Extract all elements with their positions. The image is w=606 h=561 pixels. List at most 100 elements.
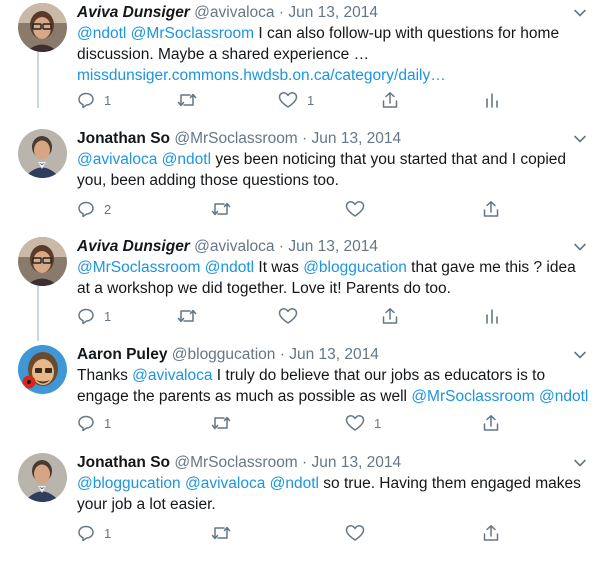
chevron-down-icon[interactable]	[572, 455, 588, 471]
reply-count: 1	[104, 415, 112, 431]
reply-button[interactable]: 1	[77, 412, 111, 434]
chevron-down-icon[interactable]	[572, 131, 588, 147]
avatar[interactable]	[18, 3, 67, 52]
mention-link[interactable]: @ndotl	[270, 475, 319, 492]
reply-icon	[77, 524, 95, 542]
retweet-button[interactable]	[211, 522, 231, 544]
chevron-down-icon[interactable]	[572, 347, 588, 363]
share-icon	[482, 200, 500, 218]
tweet-date[interactable]: Jun 13, 2014	[288, 238, 378, 255]
url-link[interactable]: missdunsiger.commons.hwdsb.on.ca/categor…	[77, 67, 446, 84]
mention-link[interactable]: @MrSoclassroom	[131, 25, 254, 42]
tweet-header: Aaron Puley @bloggucation · Jun 13, 2014	[77, 345, 379, 365]
author-handle[interactable]: @MrSoclassroom	[174, 454, 297, 471]
avatar[interactable]	[18, 345, 67, 394]
mention-link[interactable]: @MrSoclassroom	[77, 259, 200, 276]
mention-link[interactable]: @ndotl	[77, 25, 126, 42]
author-name[interactable]: Aaron Puley	[77, 346, 167, 363]
reply-button[interactable]: 1	[77, 89, 111, 111]
like-button[interactable]	[278, 305, 298, 327]
chevron-down-icon[interactable]	[572, 5, 588, 21]
share-icon	[381, 91, 399, 109]
mention-link[interactable]: @MrSoclassroom	[411, 388, 534, 405]
like-button[interactable]	[345, 522, 365, 544]
tweet-header: Aviva Dunsiger @avivaloca · Jun 13, 2014	[77, 3, 378, 23]
mention-link[interactable]: @bloggucation	[77, 475, 181, 492]
author-name[interactable]: Jonathan So	[77, 130, 170, 147]
tweet-actions: 1	[77, 305, 597, 327]
mention-link[interactable]: @ndotl	[205, 259, 254, 276]
mention-link[interactable]: @bloggucation	[303, 259, 407, 276]
analytics-icon	[483, 91, 501, 109]
mention-link[interactable]: @avivaloca	[132, 367, 212, 384]
separator: ·	[278, 238, 285, 255]
mention-link[interactable]: @avivaloca	[185, 475, 265, 492]
like-icon	[345, 524, 365, 542]
separator: ·	[302, 130, 308, 147]
tweet-actions: 1 1	[77, 89, 597, 111]
tweet-date[interactable]: Jun 13, 2014	[312, 130, 402, 147]
text-segment: Thanks	[77, 367, 133, 384]
reply-count: 1	[104, 92, 112, 108]
share-button[interactable]	[482, 198, 500, 220]
like-button[interactable]	[345, 198, 365, 220]
like-button[interactable]: 1	[278, 89, 314, 111]
author-name[interactable]: Aviva Dunsiger	[77, 238, 190, 255]
author-name[interactable]: Aviva Dunsiger	[77, 4, 190, 21]
like-icon	[345, 200, 365, 218]
tweet-text: @bloggucation @avivaloca @ndotl so true.…	[77, 473, 589, 515]
reply-icon	[77, 414, 95, 432]
tweet[interactable]: Aviva Dunsiger @avivaloca · Jun 13, 2014…	[0, 237, 606, 337]
avatar[interactable]	[18, 453, 67, 502]
tweet-date[interactable]: Jun 13, 2014	[312, 454, 402, 471]
separator: ·	[302, 454, 308, 471]
tweet[interactable]: Jonathan So @MrSoclassroom · Jun 13, 201…	[0, 129, 606, 229]
share-button[interactable]	[381, 89, 399, 111]
text-segment: It was	[254, 259, 304, 276]
tweet-text: @ndotl @MrSoclassroom I can also follow-…	[77, 23, 589, 86]
avatar[interactable]	[18, 129, 67, 178]
retweet-button[interactable]	[211, 198, 231, 220]
separator: ·	[279, 346, 285, 363]
retweet-icon	[211, 200, 231, 218]
author-handle[interactable]: @avivaloca	[194, 4, 274, 21]
chevron-down-icon[interactable]	[572, 239, 588, 255]
reply-button[interactable]: 1	[77, 522, 111, 544]
analytics-icon	[483, 307, 501, 325]
retweet-icon	[211, 414, 231, 432]
author-handle[interactable]: @avivaloca	[194, 238, 274, 255]
like-button[interactable]: 1	[345, 412, 381, 434]
author-handle[interactable]: @bloggucation	[172, 346, 276, 363]
mention-link[interactable]: @ndotl	[539, 388, 588, 405]
analytics-button[interactable]	[483, 89, 501, 111]
reply-icon	[77, 307, 95, 325]
tweet[interactable]: Aaron Puley @bloggucation · Jun 13, 2014…	[0, 345, 606, 445]
tweet-header: Aviva Dunsiger @avivaloca · Jun 13, 2014	[77, 237, 378, 257]
tweet-date[interactable]: Jun 13, 2014	[288, 4, 378, 21]
tweet-text: @avivaloca @ndotl yes been noticing that…	[77, 149, 589, 191]
share-button[interactable]	[381, 305, 399, 327]
share-button[interactable]	[482, 412, 500, 434]
retweet-button[interactable]	[211, 412, 231, 434]
tweet-date[interactable]: Jun 13, 2014	[289, 346, 379, 363]
reply-button[interactable]: 1	[77, 305, 111, 327]
author-name[interactable]: Jonathan So	[77, 454, 170, 471]
retweet-button[interactable]	[177, 305, 197, 327]
tweet-header: Jonathan So @MrSoclassroom · Jun 13, 201…	[77, 129, 401, 149]
reply-count: 1	[104, 525, 112, 541]
share-button[interactable]	[482, 522, 500, 544]
retweet-icon	[177, 91, 197, 109]
avatar[interactable]	[18, 237, 67, 286]
share-icon	[482, 414, 500, 432]
reply-button[interactable]: 2	[77, 198, 111, 220]
tweet-header: Jonathan So @MrSoclassroom · Jun 13, 201…	[77, 453, 401, 473]
reply-icon	[77, 91, 95, 109]
author-handle[interactable]: @MrSoclassroom	[174, 130, 297, 147]
mention-link[interactable]: @ndotl	[162, 151, 211, 168]
tweet[interactable]: Jonathan So @MrSoclassroom · Jun 13, 201…	[0, 453, 606, 561]
like-icon	[278, 307, 298, 325]
analytics-button[interactable]	[483, 305, 501, 327]
mention-link[interactable]: @avivaloca	[77, 151, 157, 168]
tweet[interactable]: Aviva Dunsiger @avivaloca · Jun 13, 2014…	[0, 3, 606, 113]
retweet-button[interactable]	[177, 89, 197, 111]
